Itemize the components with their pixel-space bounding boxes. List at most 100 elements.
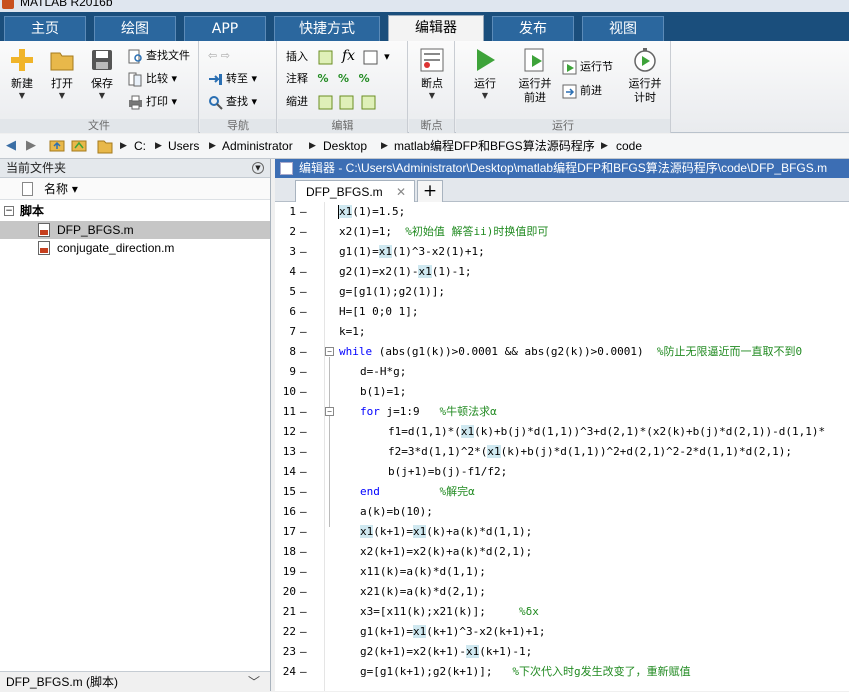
current-folder-panel: 当前文件夹 ▼ 名称 ▾ − 脚本 DFP_BFGS.m conjugate_d…: [0, 159, 271, 691]
code-line[interactable]: 17– x1(k+1)=x1(k)+a(k)*d(1,1);: [275, 522, 849, 542]
insert-icon: [318, 50, 333, 65]
code-area[interactable]: 1– x1(1)=1.5; 2– x2(1)=1; %初始值 解答ii)时换值即可 …: [275, 202, 849, 691]
percent-icon[interactable]: %: [318, 72, 329, 85]
insert-button[interactable]: 插入 fx ▾: [286, 46, 390, 66]
code-line[interactable]: 16– a(k)=b(10);: [275, 502, 849, 522]
run-and-time-button[interactable]: 运行并 计时: [624, 45, 666, 105]
code-line[interactable]: 8– − while (abs(g1(k))>0.0001 && abs(g2(k)…: [275, 342, 849, 362]
code-line[interactable]: 15– end %解完α: [275, 482, 849, 502]
tab-editor[interactable]: 编辑器: [388, 15, 484, 41]
arrow-right-icon: ⇨: [220, 49, 230, 62]
tab-plots[interactable]: 绘图: [94, 16, 176, 41]
code-line[interactable]: 2– x2(1)=1; %初始值 解答ii)时换值即可: [275, 222, 849, 242]
breadcrumb-drive[interactable]: C:: [134, 134, 146, 159]
editor-tab-dfp-bfgs[interactable]: DFP_BFGS.m ✕: [295, 180, 415, 202]
navigate-group: ⇦ ⇨ 转至 ▾ 查找 ▾ 导航: [200, 41, 277, 133]
name-column-header[interactable]: 名称 ▾: [44, 178, 78, 200]
new-button[interactable]: 新建 ▼: [3, 45, 41, 101]
code-line[interactable]: 5– g=[g1(1);g2(1)];: [275, 282, 849, 302]
breadcrumb-administrator[interactable]: Administrator: [222, 134, 293, 159]
fold-toggle-icon[interactable]: −: [325, 407, 334, 416]
new-tab-button[interactable]: +: [417, 180, 443, 202]
file-group: 新建 ▼ 打开 ▼ 保存 ▼ 查找文件 比较 ▾ 打印 ▾ 文件: [0, 41, 199, 133]
code-line[interactable]: 4– g2(1)=x2(1)-x1(1)-1;: [275, 262, 849, 282]
tab-home[interactable]: 主页: [4, 16, 86, 41]
forward-arrow-icon[interactable]: ▶: [22, 138, 40, 154]
code-line[interactable]: 23– g2(k+1)=x2(k+1)-x1(k+1)-1;: [275, 642, 849, 662]
compare-button[interactable]: 比较 ▾: [128, 69, 177, 89]
editor-tab-strip: DFP_BFGS.m ✕ +: [275, 178, 849, 202]
file-item-conjugate-direction[interactable]: conjugate_direction.m: [0, 239, 270, 257]
tab-apps[interactable]: APP: [184, 16, 266, 41]
save-button[interactable]: 保存 ▼: [83, 45, 121, 101]
printer-icon: [128, 95, 143, 110]
breadcrumb-separator: ▶: [155, 141, 162, 151]
breakpoints-button[interactable]: 断点 ▼: [413, 45, 451, 101]
code-line[interactable]: 6– H=[1 0;0 1];: [275, 302, 849, 322]
tab-publish[interactable]: 发布: [492, 16, 574, 41]
back-forward-arrows[interactable]: ⇦ ⇨: [208, 46, 230, 66]
collapse-icon[interactable]: −: [4, 206, 14, 216]
decrease-indent-icon[interactable]: [361, 95, 376, 110]
indent-button[interactable]: 缩进: [286, 92, 379, 112]
code-line[interactable]: 3– g1(1)=x1(1)^3-x2(1)+1;: [275, 242, 849, 262]
up-folder-icon[interactable]: [48, 138, 66, 154]
code-line[interactable]: 19– x11(k)=a(k)*d(1,1);: [275, 562, 849, 582]
edit-group: 插入 fx ▾ 注释 % % % 缩进 编辑: [278, 41, 408, 133]
panel-menu-icon[interactable]: ▼: [252, 162, 264, 174]
breadcrumb-users[interactable]: Users: [168, 134, 199, 159]
code-line[interactable]: 21– x3=[x11(k);x21(k)]; %δx: [275, 602, 849, 622]
code-line[interactable]: 1– x1(1)=1.5;: [275, 202, 849, 222]
browse-folder-icon[interactable]: [70, 138, 88, 154]
breadcrumb-code[interactable]: code: [616, 134, 642, 159]
run-section-button[interactable]: 运行节: [562, 57, 613, 77]
function-icon[interactable]: fx: [342, 48, 355, 64]
increase-indent-icon[interactable]: [339, 95, 354, 110]
scripts-section[interactable]: − 脚本: [0, 202, 270, 221]
code-line[interactable]: 9– d=-H*g;: [275, 362, 849, 382]
code-line[interactable]: 10– b(1)=1;: [275, 382, 849, 402]
folder-icon: [49, 47, 75, 73]
tab-shortcuts[interactable]: 快捷方式: [274, 16, 380, 41]
details-status[interactable]: DFP_BFGS.m (脚本) ﹀: [0, 671, 270, 691]
function-browser-icon[interactable]: [363, 50, 378, 65]
chevron-down-icon[interactable]: ﹀: [248, 672, 260, 692]
goto-icon: [208, 72, 223, 87]
goto-button[interactable]: 转至 ▾: [208, 69, 257, 89]
run-and-advance-button[interactable]: 运行并 前进: [514, 45, 556, 105]
column-header[interactable]: 名称 ▾: [0, 178, 270, 200]
editor-title-bar: 编辑器 - C:\Users\Administrator\Desktop\mat…: [275, 159, 849, 178]
stopwatch-icon: [632, 47, 658, 73]
code-line[interactable]: 11– − for j=1:9 %牛顿法求α: [275, 402, 849, 422]
smart-indent-icon[interactable]: [318, 95, 333, 110]
file-item-dfp-bfgs[interactable]: DFP_BFGS.m: [0, 221, 270, 239]
breadcrumb-project-folder[interactable]: matlab编程DFP和BFGS算法源码程序: [394, 134, 595, 159]
tab-view[interactable]: 视图: [582, 16, 664, 41]
address-bar: ◀ ▶ ▶ C: ▶ Users ▶ Administrator ▶ Deskt…: [0, 134, 849, 159]
arrow-left-icon: ⇦: [208, 49, 218, 62]
code-line[interactable]: 14– b(j+1)=b(j)-f1/f2;: [275, 462, 849, 482]
open-button[interactable]: 打开 ▼: [43, 45, 81, 101]
code-line[interactable]: 12– f1=d(1,1)*(x1(k)+b(j)*d(1,1))^3+d(2,1…: [275, 422, 849, 442]
fold-toggle-icon[interactable]: −: [325, 347, 334, 356]
code-line[interactable]: 7– k=1;: [275, 322, 849, 342]
code-line[interactable]: 22– g1(k+1)=x1(k+1)^3-x2(k+1)+1;: [275, 622, 849, 642]
back-arrow-icon[interactable]: ◀: [2, 138, 20, 154]
print-button[interactable]: 打印 ▾: [128, 92, 177, 112]
code-line[interactable]: 20– x21(k)=a(k)*d(2,1);: [275, 582, 849, 602]
breakpoints-group: 断点 ▼ 断点: [409, 41, 455, 133]
close-icon[interactable]: ✕: [396, 181, 406, 203]
uncomment-icon[interactable]: %: [338, 72, 349, 85]
code-line[interactable]: 18– x2(k+1)=x2(k)+a(k)*d(2,1);: [275, 542, 849, 562]
find-button[interactable]: 查找 ▾: [208, 92, 257, 112]
comment-button[interactable]: 注释 % % %: [286, 69, 370, 89]
breadcrumb-desktop[interactable]: Desktop: [323, 134, 367, 159]
run-button[interactable]: 运行 ▼: [466, 45, 504, 101]
floppy-icon: [89, 47, 115, 73]
wrap-comment-icon[interactable]: %: [359, 72, 370, 85]
code-line[interactable]: 24– g=[g1(k+1);g2(k+1)]; %下次代入时g发生改变了，重新赋…: [275, 662, 849, 682]
run-section-icon: [562, 60, 577, 75]
find-files-button[interactable]: 查找文件: [128, 46, 190, 66]
code-line[interactable]: 13– f2=3*d(1,1)^2*(x1(k)+b(j)*d(1,1))^2+d…: [275, 442, 849, 462]
advance-button[interactable]: 前进: [562, 81, 602, 101]
